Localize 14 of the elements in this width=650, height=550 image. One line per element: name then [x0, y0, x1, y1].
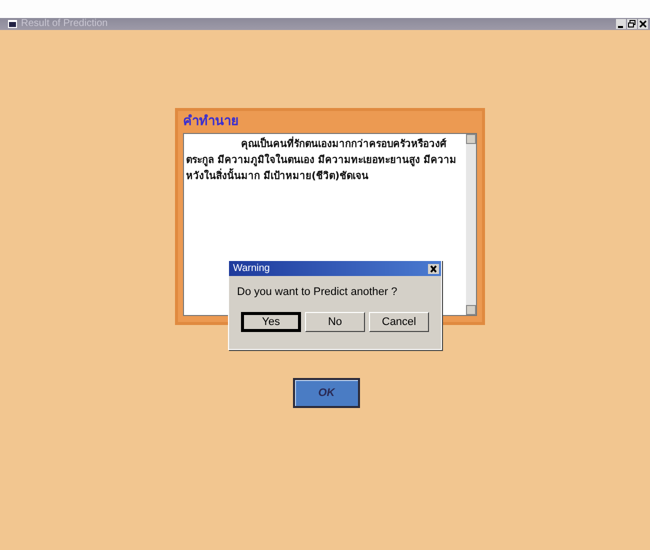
restore-icon[interactable] [627, 19, 637, 29]
window-icon [8, 20, 17, 28]
dialog-button[interactable]: No [305, 312, 365, 332]
dialog-title: Warning [233, 263, 270, 274]
close-icon[interactable] [638, 19, 648, 29]
close-icon[interactable] [428, 264, 439, 274]
window-title: Result of Prediction [21, 18, 109, 30]
panel-heading: คำทำนาย [183, 113, 239, 130]
dialog-message: Do you want to Predict another ? [236, 285, 398, 298]
prediction-text: คุณเป็นคนที่รักตนเองมากกว่าครอบครัวหรือวงศ์ตระกูล มีความภูมิใจในตนเอง มีความทะเยอทะยานสูง มีความหวังในสิ่งนั้นมาก มีเป้าหมาย(ชีวิต)ชัดเจน [184, 134, 466, 188]
dialog-button[interactable]: Cancel [369, 312, 429, 332]
minimize-icon[interactable] [616, 19, 626, 29]
scroll-bar[interactable] [466, 134, 476, 315]
dialog-button[interactable]: Yes [241, 312, 301, 332]
